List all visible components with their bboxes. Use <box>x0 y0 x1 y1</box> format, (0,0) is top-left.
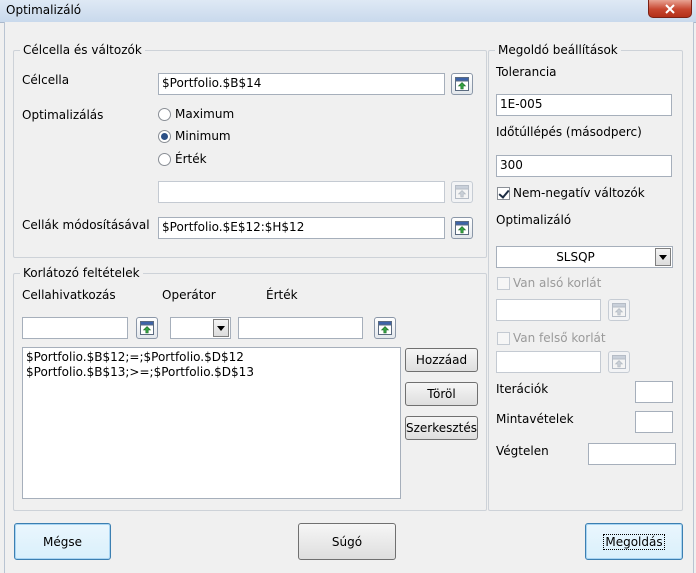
optimizer-select-value: SLSQP <box>556 250 595 264</box>
target-group-title: Célcella és változók <box>23 43 142 57</box>
samples-label: Mintavételek <box>496 412 574 426</box>
solve-button-label: Megoldás <box>603 533 665 550</box>
target-value-input[interactable] <box>158 181 445 203</box>
list-item[interactable]: $Portfolio.$B$13;>=;$Portfolio.$D$13 <box>26 365 397 380</box>
shrink-icon <box>454 220 470 236</box>
constraint-value-input[interactable] <box>238 317 363 339</box>
chevron-down-icon[interactable] <box>213 319 229 337</box>
solve-button[interactable]: Megoldás <box>585 523 683 560</box>
chevron-down-icon[interactable] <box>655 248 671 266</box>
upper-bound-input[interactable] <box>496 351 601 373</box>
solver-settings-title: Megoldó beállítások <box>498 43 618 57</box>
add-constraint-button[interactable]: Hozzáad <box>405 348 478 372</box>
col-value: Érték <box>266 288 298 302</box>
optimizer-label: Optimalizáló <box>496 213 572 227</box>
lower-bound-shrink-button[interactable] <box>608 299 630 321</box>
title-bar: Optimalizáló <box>0 0 696 23</box>
tolerance-label: Tolerancia <box>496 65 557 79</box>
radio-minimum-label: Minimum <box>175 129 231 143</box>
shrink-icon <box>454 184 470 200</box>
radio-maximum-label: Maximum <box>175 107 235 121</box>
changing-cells-shrink-button[interactable] <box>451 217 473 239</box>
iterations-label: Iterációk <box>496 382 549 396</box>
close-button[interactable] <box>648 0 692 18</box>
help-button[interactable]: Súgó <box>298 523 396 560</box>
constraint-cell-shrink-button[interactable] <box>136 317 158 339</box>
constraints-list[interactable]: $Portfolio.$B$12;=;$Portfolio.$D$12 $Por… <box>22 347 401 499</box>
radio-maximum[interactable] <box>158 108 171 121</box>
optimizer-select[interactable]: SLSQP <box>496 246 673 268</box>
lower-bound-checkbox[interactable] <box>497 277 510 290</box>
upper-bound-shrink-button[interactable] <box>608 351 630 373</box>
constraints-group-title: Korlátozó feltételek <box>23 266 140 280</box>
radio-value-label: Érték <box>175 152 207 166</box>
shrink-icon <box>611 302 627 318</box>
shrink-icon <box>454 76 470 92</box>
radio-minimum[interactable] <box>158 130 171 143</box>
edit-constraint-button[interactable]: Szerkesztés <box>405 416 478 440</box>
cancel-button[interactable]: Mégse <box>14 523 111 560</box>
delete-constraint-button[interactable]: Töröl <box>405 382 478 406</box>
col-operator: Operátor <box>162 288 216 302</box>
operator-select-value <box>171 318 212 338</box>
target-cell-label: Célcella <box>22 73 70 87</box>
shrink-icon <box>377 320 393 336</box>
col-cell-reference: Cellahivatkozás <box>22 288 116 302</box>
nonnegative-label: Nem-negatív változók <box>513 186 645 200</box>
lower-bound-input[interactable] <box>496 299 601 321</box>
nonnegative-checkbox[interactable] <box>497 187 510 200</box>
upper-bound-checkbox[interactable] <box>497 332 510 345</box>
operator-select[interactable] <box>170 317 231 339</box>
target-cell-shrink-button[interactable] <box>451 73 473 95</box>
list-item[interactable]: $Portfolio.$B$12;=;$Portfolio.$D$12 <box>26 350 397 365</box>
shrink-icon <box>611 354 627 370</box>
changing-cells-label: Cellák módosításával <box>22 218 150 232</box>
close-icon <box>665 3 675 14</box>
infinity-label: Végtelen <box>496 444 549 458</box>
samples-input[interactable] <box>635 411 673 433</box>
shrink-icon <box>139 320 155 336</box>
constraint-cell-input[interactable] <box>22 317 128 339</box>
infinity-input[interactable] <box>588 443 676 465</box>
target-value-shrink-button[interactable] <box>451 181 473 203</box>
tolerance-input[interactable]: 1E-005 <box>496 94 672 116</box>
timeout-label: Időtúllépés (másodperc) <box>496 125 642 139</box>
timeout-input[interactable]: 300 <box>496 155 672 177</box>
constraint-value-shrink-button[interactable] <box>374 317 396 339</box>
changing-cells-input[interactable]: $Portfolio.$E$12:$H$12 <box>158 217 445 239</box>
radio-value[interactable] <box>158 153 171 166</box>
window-title: Optimalizáló <box>6 3 82 17</box>
iterations-input[interactable] <box>635 381 673 403</box>
target-cell-input[interactable]: $Portfolio.$B$14 <box>158 73 445 95</box>
upper-bound-label: Van felső korlát <box>513 331 606 345</box>
lower-bound-label: Van alsó korlát <box>513 276 602 290</box>
optimize-label: Optimalizálás <box>22 108 104 122</box>
